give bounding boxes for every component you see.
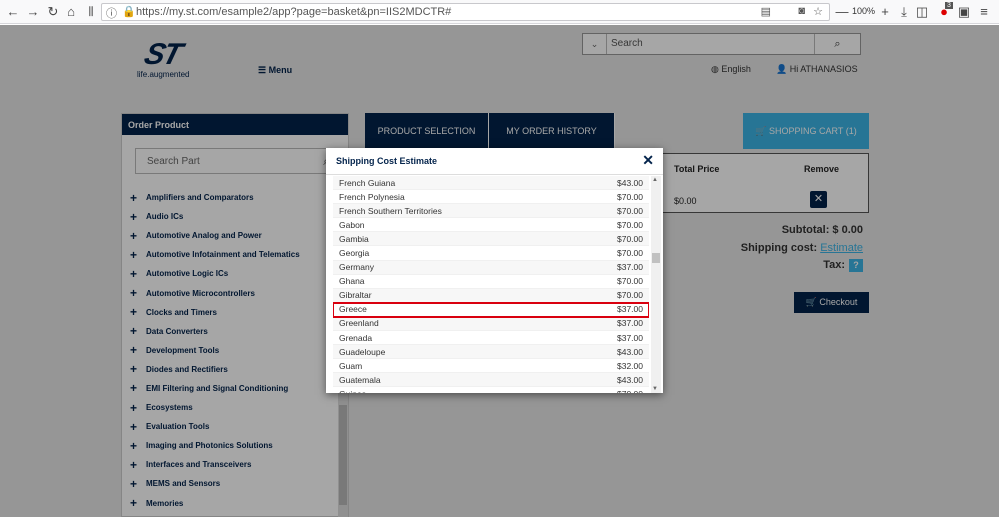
country-row[interactable]: Greece $37.00 [333, 301, 649, 318]
country-name: Guinea [339, 389, 366, 393]
country-row[interactable]: Ghana $70.00 [333, 275, 649, 289]
zoom-out-icon[interactable]: — [833, 3, 851, 21]
url-text: https://my.st.com/esample2/app?page=bask… [136, 6, 452, 18]
country-row[interactable]: French Guiana $43.00 [333, 176, 649, 191]
country-row[interactable]: Guam $32.00 [333, 359, 649, 374]
country-name: Ghana [339, 276, 365, 287]
country-name: Gabon [339, 219, 365, 230]
shipping-cost: $43.00 [617, 346, 643, 357]
reader-icon[interactable]: ▤ [761, 5, 771, 18]
info-icon[interactable]: ⓘ [106, 5, 117, 21]
country-name: Gibraltar [339, 290, 372, 301]
country-row[interactable]: Gambia $70.00 [333, 232, 649, 247]
modal-title: Shipping Cost Estimate [336, 156, 438, 166]
back-icon[interactable]: ← [4, 3, 22, 21]
country-name: Guam [339, 360, 363, 371]
country-row[interactable]: Guinea $70.00 [333, 387, 649, 393]
country-row[interactable]: French Polynesia $70.00 [333, 190, 649, 205]
home-icon[interactable]: ⌂ [62, 3, 80, 21]
country-name: French Polynesia [339, 191, 405, 202]
shipping-cost: $70.00 [617, 191, 643, 202]
addon-badge: 3 [945, 2, 953, 9]
modal-scrollbar-thumb[interactable] [652, 253, 660, 263]
shipping-cost: $37.00 [617, 318, 643, 329]
download-icon[interactable]: ⤓ [895, 3, 913, 21]
country-name: Gambia [339, 233, 369, 244]
shipping-cost: $37.00 [617, 304, 643, 315]
zoom-level[interactable]: 100% [852, 6, 875, 16]
shipping-cost: $37.00 [617, 332, 643, 343]
country-row[interactable]: Guatemala $43.00 [333, 373, 649, 388]
forward-icon[interactable]: → [24, 3, 42, 21]
shipping-estimate-modal: Shipping Cost Estimate ✕ French Guiana $4… [326, 148, 663, 393]
country-name: French Guiana [339, 177, 396, 188]
country-name: Guadeloupe [339, 346, 386, 357]
pocket-icon[interactable]: ◙ [798, 5, 805, 17]
country-name: Germany [339, 262, 374, 273]
hamburger-menu-icon[interactable]: ≡ [975, 3, 993, 21]
country-row[interactable]: Guadeloupe $43.00 [333, 345, 649, 360]
shipping-cost: $70.00 [617, 290, 643, 301]
shipping-cost: $70.00 [617, 219, 643, 230]
library-icon[interactable]: ⫼ [82, 3, 100, 21]
country-row[interactable]: Gibraltar $70.00 [333, 288, 649, 303]
bookmark-star-icon[interactable]: ☆ [813, 5, 823, 18]
extension-icon[interactable]: ▣ [955, 3, 973, 21]
sidebar-toggle-icon[interactable]: ◫ [913, 3, 931, 21]
country-name: Greenland [339, 318, 379, 329]
country-name: Greece [339, 304, 367, 315]
address-bar[interactable]: ⓘ 🔒 https://my.st.com/esample2/app?page=… [101, 3, 830, 21]
shipping-cost: $43.00 [617, 374, 643, 385]
scroll-up-icon[interactable]: ▲ [652, 177, 658, 183]
shipping-cost: $70.00 [617, 205, 643, 216]
zoom-in-icon[interactable]: + [876, 3, 894, 21]
shipping-cost: $70.00 [617, 233, 643, 244]
shipping-cost: $70.00 [617, 248, 643, 259]
browser-toolbar: ← → ↻ ⌂ ⫼ ⓘ 🔒 https://my.st.com/esample2… [0, 0, 999, 24]
modal-scrollbar[interactable]: ▲ ▼ [651, 176, 661, 393]
country-row[interactable]: Greenland $37.00 [333, 316, 649, 332]
country-name: Grenada [339, 332, 373, 343]
shipping-cost: $37.00 [617, 262, 643, 273]
close-icon[interactable]: ✕ [642, 152, 654, 169]
country-row[interactable]: Germany $37.00 [333, 260, 649, 275]
country-name: Georgia [339, 248, 370, 259]
country-name: Guatemala [339, 374, 381, 385]
shipping-cost: $70.00 [617, 389, 643, 393]
country-row[interactable]: Georgia $70.00 [333, 246, 649, 261]
country-cost-list: French Guiana $43.00 French Polynesia $70.0… [333, 176, 649, 393]
country-row[interactable]: Grenada $37.00 [333, 331, 649, 346]
country-row[interactable]: Gabon $70.00 [333, 218, 649, 233]
shipping-cost: $70.00 [617, 276, 643, 287]
shipping-cost: $43.00 [617, 177, 643, 188]
lock-icon: 🔒 [122, 6, 136, 18]
modal-header: Shipping Cost Estimate ✕ [326, 148, 663, 175]
reload-icon[interactable]: ↻ [44, 3, 62, 21]
shipping-cost: $32.00 [617, 360, 643, 371]
country-row[interactable]: French Southern Territories $70.00 [333, 204, 649, 219]
scroll-down-icon[interactable]: ▼ [652, 386, 658, 392]
country-name: French Southern Territories [339, 205, 442, 216]
